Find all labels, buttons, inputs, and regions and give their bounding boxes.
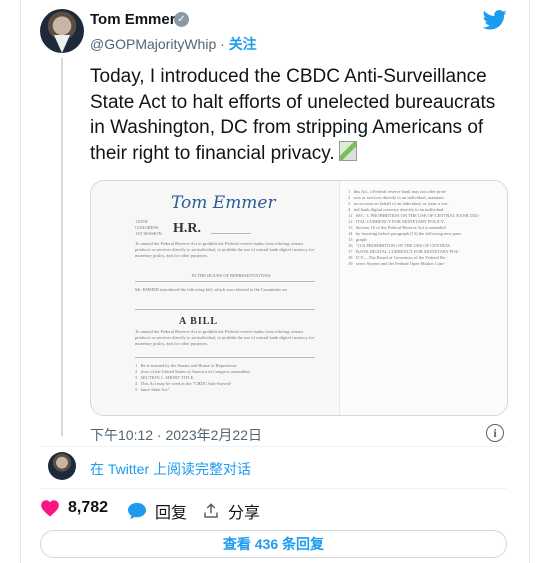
like-button[interactable]: 8,782 xyxy=(40,499,108,517)
tweet-text-content: Today, I introduced the CBDC Anti-Survei… xyxy=(90,66,496,164)
doc-text: Mr. EMMER introduced the following bill;… xyxy=(135,287,287,292)
author-handle-row: @GOPMajorityWhip · 关注 xyxy=(90,34,257,54)
thread-line xyxy=(61,58,63,436)
follow-button[interactable]: 关注 xyxy=(229,36,257,52)
rule xyxy=(211,233,251,234)
author-handle[interactable]: @GOPMajorityWhip xyxy=(90,36,216,52)
twitter-bird-icon[interactable] xyxy=(483,10,507,30)
document-page-left: Tom Emmer H.R. 118TH CONGRESS 1ST SESSION… xyxy=(91,181,339,415)
like-count: 8,782 xyxy=(68,499,109,516)
doc-text: 1 this Act, a Federal reserve bank may n… xyxy=(348,189,480,266)
rule xyxy=(135,309,315,310)
tweet-text: Today, I introduced the CBDC Anti-Survei… xyxy=(90,64,502,166)
read-on-twitter-link[interactable]: 在 Twitter 上阅读完整对话 xyxy=(90,459,251,479)
divider xyxy=(40,488,507,489)
reply-label: 回复 xyxy=(155,505,188,522)
tweet-timestamp[interactable]: 下午10:12 · 2023年2月22日 xyxy=(90,425,262,445)
author-name[interactable]: Tom Emmer xyxy=(90,11,176,28)
doc-text: 1 Be it enacted by the Senate and House … xyxy=(135,363,251,392)
separator: · xyxy=(220,36,225,52)
share-icon xyxy=(204,503,218,518)
info-icon[interactable]: i xyxy=(486,424,504,442)
document-title: H.R. xyxy=(173,221,201,236)
document-page-right: 1 this Act, a Federal reserve bank may n… xyxy=(339,181,507,415)
heart-icon xyxy=(41,500,59,517)
rule xyxy=(135,281,315,282)
view-replies-button[interactable]: 查看 436 条回复 xyxy=(40,530,507,558)
verified-badge-icon: ✓ xyxy=(174,12,189,27)
signature: Tom Emmer xyxy=(171,193,276,213)
share-button[interactable]: 分享 xyxy=(202,499,260,523)
doc-text: To amend the Federal Reserve Act to proh… xyxy=(135,329,315,346)
doc-text: To amend the Federal Reserve Act to proh… xyxy=(135,241,315,258)
reader-avatar xyxy=(48,452,76,480)
divider xyxy=(40,446,507,447)
reply-button[interactable]: 回复 xyxy=(127,499,187,523)
broken-image-icon xyxy=(338,140,357,161)
rule xyxy=(135,357,315,358)
house-heading: IN THE HOUSE OF REPRESENTATIVES xyxy=(191,273,271,278)
tweet-media-document[interactable]: Tom Emmer H.R. 118TH CONGRESS 1ST SESSION… xyxy=(90,180,508,416)
bill-heading: A BILL xyxy=(179,316,219,327)
doc-text: 118TH CONGRESS 1ST SESSION xyxy=(135,219,162,236)
share-label: 分享 xyxy=(228,505,261,522)
author-avatar[interactable] xyxy=(40,9,84,53)
reply-bubble-icon xyxy=(128,502,146,520)
